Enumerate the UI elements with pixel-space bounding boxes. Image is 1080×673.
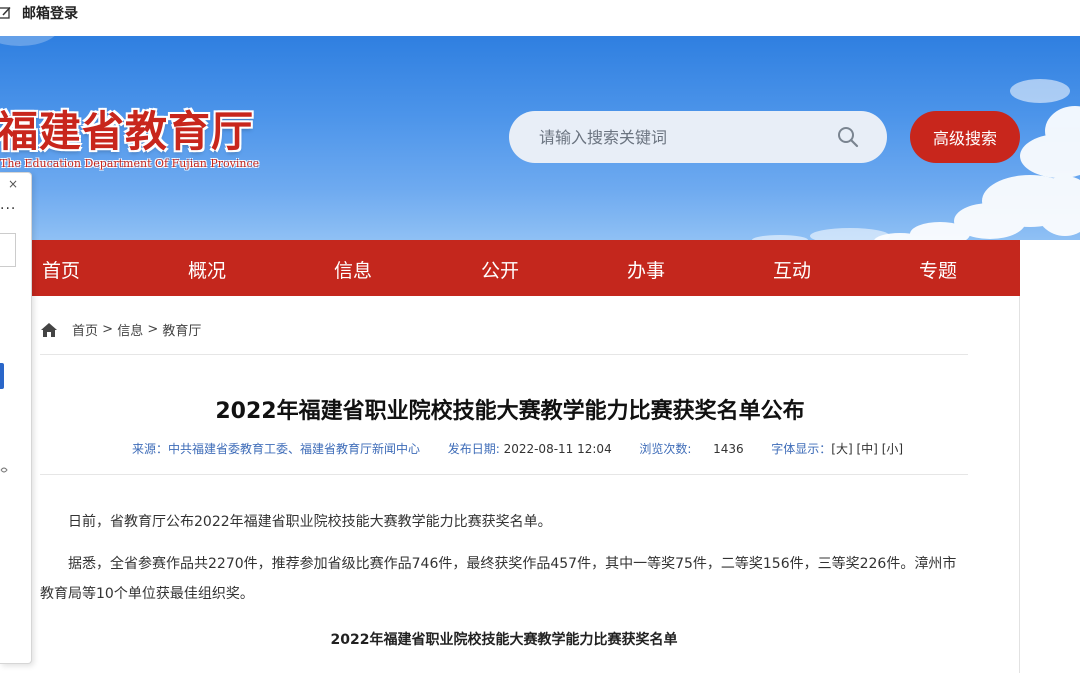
divider [40,354,968,355]
nav-item-topics[interactable]: 专题 [919,256,957,283]
font-size-large[interactable]: [大] [831,442,852,456]
search-box [509,111,887,163]
article-subheading: 2022年福建省职业院校技能大赛教学能力比赛获奖名单 [330,632,678,648]
source-value: 中共福建省委教育工委、福建省教育厅新闻中心 [168,442,421,456]
edit-icon[interactable] [0,6,12,20]
breadcrumb: 首页 > 信息 > 教育厅 [40,320,201,339]
breadcrumb-home[interactable]: 首页 [72,320,98,339]
side-panel-glyph-icon [0,467,8,473]
search-input[interactable] [539,125,829,149]
content-area [32,296,1020,673]
main-nav: 首页 概况 信息 公开 办事 互动 专题 [26,240,1020,296]
header-banner: 福建省教育厅 The Education Department Of Fujia… [0,36,1080,240]
source-label: 来源： [132,442,169,456]
breadcrumb-separator: > [143,322,163,337]
more-icon[interactable]: ··· [0,201,16,217]
top-bar: 邮箱登录 [0,0,1080,36]
breadcrumb-dept[interactable]: 教育厅 [162,320,201,339]
side-panel-field[interactable] [0,233,16,267]
font-size-medium[interactable]: [中] [856,442,877,456]
nav-item-interact[interactable]: 互动 [773,256,811,283]
article-title: 2022年福建省职业院校技能大赛教学能力比赛获奖名单公布 [215,399,805,424]
mail-login-link[interactable]: 邮箱登录 [22,3,78,23]
nav-item-public[interactable]: 公开 [481,256,519,283]
font-size-label: 字体显示： [771,442,832,456]
nav-item-services[interactable]: 办事 [627,256,665,283]
article-meta: 来源：中共福建省委教育工委、福建省教育厅新闻中心 发布日期: 2022-08-1… [132,440,903,457]
advanced-search-button[interactable]: 高级搜索 [910,111,1020,163]
font-size-small[interactable]: [小] [882,442,903,456]
date-value: 2022-08-11 12:04 [503,442,612,456]
article-paragraph: 日前，省教育厅公布2022年福建省职业院校技能大赛教学能力比赛获奖名单。 [68,514,552,530]
nav-item-overview[interactable]: 概况 [188,256,226,283]
views-value: 1436 [713,442,744,456]
breadcrumb-separator: > [98,322,118,337]
search-icon[interactable] [836,125,860,149]
breadcrumb-info[interactable]: 信息 [117,320,143,339]
home-icon[interactable] [40,322,58,338]
date-label: 发布日期: [447,442,500,456]
site-logo-subtitle: The Education Department Of Fujian Provi… [0,157,260,170]
close-icon[interactable]: × [8,177,18,191]
divider [40,474,968,475]
article-paragraph: 据悉，全省参赛作品共2270件，推荐参加省级比赛作品746件，最终获奖作品457… [40,556,957,602]
side-popup-panel: × ··· [0,172,32,664]
views-label: 浏览次数: [639,442,692,456]
nav-item-home[interactable]: 首页 [42,256,80,283]
site-logo-title[interactable]: 福建省教育厅 [0,98,254,159]
nav-item-info[interactable]: 信息 [334,256,372,283]
side-panel-marker [0,363,4,389]
